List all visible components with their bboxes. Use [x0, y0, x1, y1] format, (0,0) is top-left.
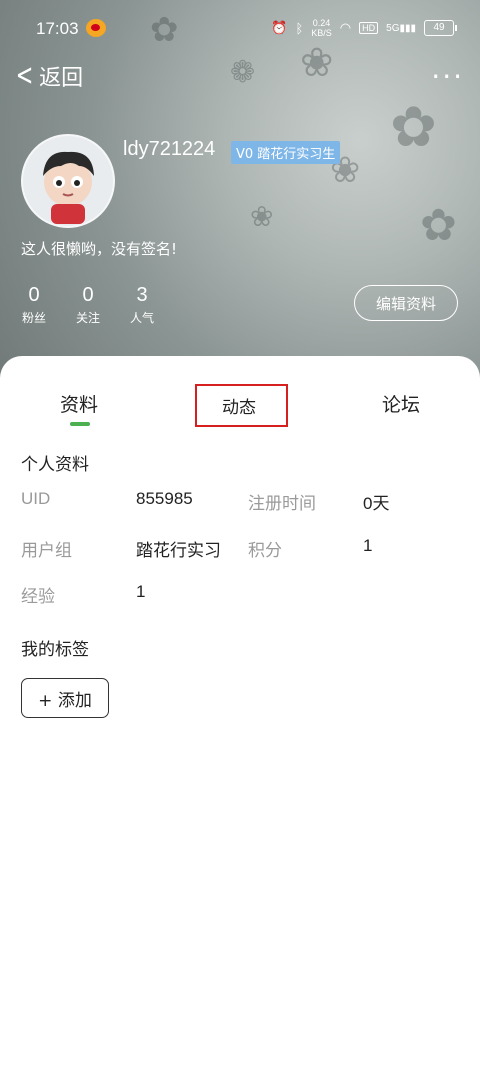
- stat-following[interactable]: 0 关注: [68, 284, 108, 326]
- stat-value: 0: [28, 284, 40, 306]
- field-value-points: 1: [363, 536, 373, 555]
- back-button[interactable]: < 返回: [12, 58, 83, 94]
- edit-profile-button[interactable]: 编辑资料: [354, 285, 458, 321]
- stat-fans[interactable]: 0 粉丝: [14, 284, 54, 326]
- section-title-tags: 我的标签: [21, 640, 89, 660]
- field-label-uid: UID: [21, 489, 51, 508]
- stat-label: 人气: [129, 311, 154, 325]
- tab-profile[interactable]: 资料: [60, 390, 98, 417]
- stat-label: 粉丝: [21, 311, 46, 325]
- back-label: 返回: [39, 66, 84, 91]
- field-value-user-group: 踏花行实习: [136, 541, 221, 560]
- stat-value: 0: [82, 284, 94, 306]
- level-badge: V0 踏花行实习生: [231, 141, 341, 164]
- alarm-icon: ⏰: [271, 20, 288, 35]
- field-label-user-group: 用户组: [21, 541, 72, 560]
- field-label-experience: 经验: [21, 587, 55, 606]
- flower-decoration: ✿: [390, 95, 437, 160]
- field-label-register-time: 注册时间: [248, 494, 316, 513]
- signal-label: 5G: [386, 22, 400, 34]
- highlight-box: [195, 384, 288, 427]
- field-label-points: 积分: [248, 541, 282, 560]
- status-time: 17:03: [36, 19, 79, 38]
- flower-decoration: ✿: [420, 200, 457, 251]
- username: ldy721224: [123, 138, 216, 160]
- signature: 这人很懒哟，没有签名!: [21, 240, 178, 258]
- battery-icon: 49: [424, 20, 457, 36]
- section-title-personal-info: 个人资料: [21, 455, 89, 475]
- stat-popularity[interactable]: 3 人气: [122, 284, 162, 326]
- chevron-left-icon: <: [15, 58, 34, 93]
- stat-value: 3: [136, 284, 148, 306]
- status-icons: ⏰ ᛒ 0.24 KB/S ◠ HD 5G▮▮▮ 49: [271, 18, 457, 38]
- bluetooth-icon: ᛒ: [295, 20, 304, 36]
- flower-decoration: ❁: [230, 55, 256, 90]
- field-value-experience: 1: [136, 582, 146, 601]
- flower-decoration: ❀: [250, 200, 274, 233]
- field-value-uid: 855985: [136, 489, 193, 508]
- hd-badge: HD: [359, 22, 379, 34]
- avatar-cartoon-icon: [43, 151, 94, 224]
- wifi-icon: ◠: [339, 20, 352, 35]
- status-bar: 17:03 ⏰ ᛒ 0.24 KB/S ◠ HD 5G▮▮▮ 49: [0, 0, 480, 56]
- signal-icon: 5G▮▮▮: [386, 22, 416, 34]
- more-options-button[interactable]: ···: [431, 60, 464, 93]
- field-value-register-time: 0天: [363, 494, 390, 513]
- network-speed: 0.24 KB/S: [311, 18, 332, 38]
- battery-level: 49: [433, 22, 445, 33]
- avatar[interactable]: [21, 134, 115, 228]
- weibo-icon: [86, 19, 106, 37]
- add-tag-button[interactable]: + 添加: [21, 678, 109, 718]
- tab-forum[interactable]: 论坛: [382, 390, 420, 417]
- active-tab-indicator: [70, 422, 90, 426]
- stat-label: 关注: [75, 311, 100, 325]
